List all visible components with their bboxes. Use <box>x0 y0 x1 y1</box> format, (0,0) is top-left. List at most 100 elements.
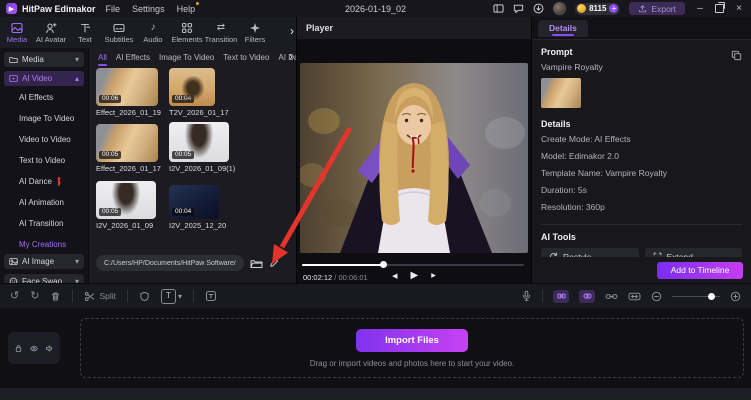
video-frame-illustration <box>300 63 528 253</box>
eye-icon[interactable] <box>29 344 39 353</box>
sidebar-item-text-to-video[interactable]: Text to Video <box>19 154 65 167</box>
dancer-icon <box>57 176 61 186</box>
library-tab-text-to-video[interactable]: Text to Video <box>223 53 269 62</box>
duration-badge: 00:05 <box>99 208 122 216</box>
field-duration: Duration: 5s <box>541 185 587 195</box>
media-item[interactable]: 00:05 I2V_2026_01_09 <box>96 181 168 230</box>
import-files-button[interactable]: Import Files <box>356 328 468 352</box>
media-item[interactable]: 00:04 T2V_2026_01_17 <box>169 68 241 117</box>
sidebar-group-ai-video[interactable]: AI Video ▴ <box>4 71 84 86</box>
coin-icon <box>577 4 587 13</box>
mute-icon[interactable] <box>45 344 54 353</box>
sidebar-item-ai-effects[interactable]: AI Effects <box>19 91 53 104</box>
sidebar-item-my-creations[interactable]: My Creations <box>19 238 66 251</box>
copy-icon[interactable] <box>731 47 742 65</box>
feedback-icon[interactable] <box>513 3 524 14</box>
download-icon[interactable] <box>533 3 544 14</box>
timeline-zoom-slider[interactable] <box>672 292 720 300</box>
add-credits-button[interactable]: + <box>609 4 619 13</box>
sidebar-group-face-swap[interactable]: Face Swap ▾ <box>4 274 84 283</box>
sidebar-group-ai-image[interactable]: AI Image ▾ <box>4 254 84 269</box>
media-item-name: I2V_2025_12_20 <box>169 221 227 230</box>
magnetic-snap-toggle[interactable] <box>579 289 595 303</box>
zoom-slider-handle[interactable] <box>708 292 715 300</box>
marker-icon[interactable] <box>139 291 150 302</box>
duration-badge: 00:06 <box>99 95 122 103</box>
media-library-panel: All AI Effects Image To Video Text to Vi… <box>88 48 298 283</box>
sidebar-item-video-to-video[interactable]: Video to Video <box>19 133 71 146</box>
menu-file[interactable]: File <box>106 4 121 14</box>
user-avatar[interactable] <box>553 2 567 15</box>
tab-transition[interactable]: ⇄ Transition <box>204 22 238 44</box>
tab-elements[interactable]: Elements <box>170 22 204 44</box>
details-panel: Details Prompt Vampire Royalty Details C… <box>532 17 751 288</box>
text-template-button[interactable] <box>205 290 217 302</box>
menu-help[interactable]: Help <box>177 1 200 14</box>
tab-audio[interactable]: ♪ Audio <box>136 22 170 44</box>
undo-button[interactable]: ↺ <box>10 290 19 302</box>
tab-details[interactable]: Details <box>538 20 588 37</box>
library-tab-ai-effects[interactable]: AI Effects <box>116 53 150 62</box>
zoom-out-button[interactable] <box>651 291 662 302</box>
sidebar-group-media[interactable]: Media ▾ <box>4 52 84 67</box>
fit-timeline-icon[interactable] <box>628 291 641 302</box>
export-button[interactable]: Export <box>629 2 685 15</box>
library-tabs-overflow-chevron[interactable]: › <box>289 51 293 63</box>
add-to-timeline-button[interactable]: Add to Timeline <box>657 261 743 279</box>
link-clips-toggle[interactable] <box>553 289 569 303</box>
library-tab-bar: All AI Effects Image To Video Text to Vi… <box>89 48 306 67</box>
storage-path-input[interactable] <box>96 255 244 271</box>
menu-settings[interactable]: Settings <box>132 4 165 14</box>
player-progress-bar[interactable] <box>302 261 524 269</box>
previous-frame-button[interactable]: ◀ <box>392 272 397 280</box>
sidebar-item-ai-animation[interactable]: AI Animation <box>19 196 64 209</box>
divider <box>542 290 543 302</box>
sidebar-item-ai-transition[interactable]: AI Transition <box>19 217 63 230</box>
split-button[interactable]: Split <box>84 291 116 302</box>
credits-count: 8115 <box>589 4 607 13</box>
minimize-button[interactable]: – <box>694 3 706 14</box>
ai-image-icon <box>9 258 18 265</box>
redo-button[interactable]: ↻ <box>30 290 39 302</box>
close-button[interactable]: × <box>733 3 745 14</box>
media-item[interactable]: 00:05 Effect_2026_01_17 <box>96 124 168 173</box>
tab-text[interactable]: Text <box>68 22 102 44</box>
import-drop-zone[interactable]: Import Files Drag or import videos and p… <box>80 318 744 378</box>
elements-icon <box>181 22 193 33</box>
delete-button[interactable] <box>50 291 61 302</box>
media-item-name: I2V_2026_01_09 <box>96 221 154 230</box>
library-tab-image-to-video[interactable]: Image To Video <box>159 53 214 62</box>
media-item[interactable]: 00:06 Effect_2026_01_19 <box>96 68 168 117</box>
panel-layout-icon[interactable] <box>493 3 504 14</box>
credits-badge[interactable]: 8115 + <box>575 2 621 15</box>
prompt-thumbnail[interactable] <box>541 78 581 108</box>
tab-ai-avatar[interactable]: AI Avatar <box>34 22 68 44</box>
media-item[interactable]: 00:04 I2V_2025_12_20 <box>169 185 241 230</box>
zoom-in-button[interactable] <box>730 291 741 302</box>
prompt-value: Vampire Royalty <box>541 62 603 72</box>
app-title: HitPaw Edimakor <box>22 3 96 14</box>
restore-button[interactable] <box>715 2 725 13</box>
unlink-icon[interactable] <box>605 291 618 302</box>
sidebar-item-ai-dance[interactable]: AI Dance <box>19 175 63 188</box>
open-folder-button[interactable] <box>250 258 263 269</box>
text-tool-button[interactable]: T ▾ <box>160 288 182 304</box>
duration-badge: 00:05 <box>172 151 195 159</box>
sidebar-item-image-to-video[interactable]: Image To Video <box>19 112 74 125</box>
duration-badge: 00:04 <box>172 95 195 103</box>
library-tab-all[interactable]: All <box>98 53 107 66</box>
play-button[interactable]: ▶ <box>411 270 419 281</box>
tab-media[interactable]: Media <box>0 22 34 44</box>
timeline-toolbar: ↺ ↻ Split T ▾ <box>0 283 751 308</box>
media-item[interactable]: 00:05 I2V_2026_01_09(1) <box>169 122 241 173</box>
edit-path-button[interactable] <box>269 258 279 268</box>
tab-filters[interactable]: Filters <box>238 22 272 44</box>
next-frame-button[interactable]: ▶ <box>431 272 436 279</box>
microphone-button[interactable] <box>521 290 532 302</box>
video-preview[interactable] <box>300 63 528 253</box>
lock-icon[interactable] <box>14 344 23 353</box>
player-progress-handle[interactable] <box>380 261 388 268</box>
top-nav-bar: Media AI Avatar Text Subtitles ♪ Audio E… <box>0 17 296 49</box>
tab-subtitles[interactable]: Subtitles <box>102 22 136 44</box>
nav-overflow-chevron[interactable]: › <box>290 24 294 38</box>
